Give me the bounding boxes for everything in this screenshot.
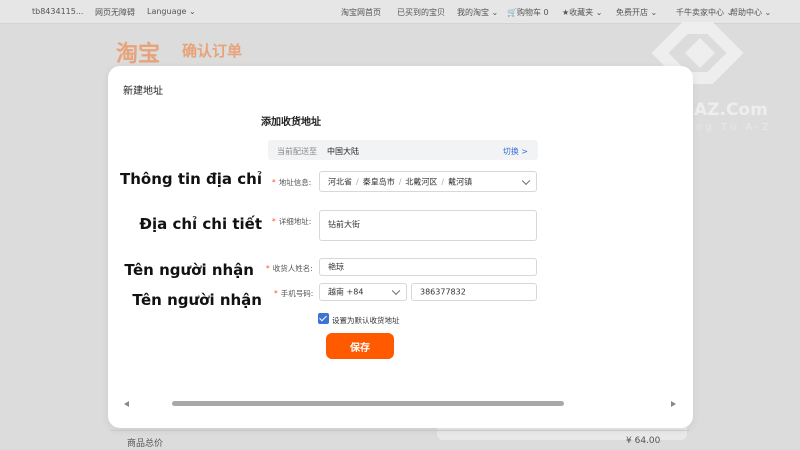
watermark-subtext: ng Từ A-Z — [696, 122, 772, 133]
city-value: 秦皇岛市 — [362, 177, 395, 186]
dialog-title: 新建地址 — [123, 86, 163, 97]
detail-address-textarea[interactable]: 钻前大街 — [319, 210, 537, 241]
address-region-select[interactable]: 河北省 / 秦皇岛市 / 北戴河区 / 戴河镇 — [319, 171, 537, 192]
address-info-label: * 地址信息: — [272, 178, 312, 187]
total-price-label: 商品总价 — [127, 439, 164, 449]
phone-label: * 手机号码: — [274, 289, 314, 298]
town-value: 戴河镇 — [448, 177, 473, 186]
accessibility-link[interactable]: 网页无障碍 — [95, 7, 135, 18]
new-address-dialog: 新建地址 添加收货地址 当前配送至 中国大陆 切换 > * 地址信息: 河北省 / 秦… — [108, 66, 693, 428]
horizontal-scrollbar[interactable] — [122, 399, 678, 409]
chevron-down-icon — [391, 286, 401, 296]
district-value: 北戴河区 — [405, 177, 438, 186]
favorites-link[interactable]: ★收藏夹 ⌄ — [562, 7, 602, 18]
cart-link[interactable]: 🛒购物车 0 — [507, 7, 549, 18]
phone-number-input[interactable]: 386377832 — [411, 283, 537, 301]
region-switch-link[interactable]: 切换 > — [503, 146, 528, 157]
form-title: 添加收货地址 — [261, 117, 321, 128]
taobao-logo[interactable]: 淘宝 — [116, 36, 160, 68]
save-button[interactable]: 保存 — [326, 333, 394, 359]
language-selector[interactable]: Language ⌄ — [147, 7, 196, 16]
region-value: 中国大陆 — [327, 147, 359, 156]
country-code-select[interactable]: 越南 +84 — [319, 283, 407, 301]
my-taobao-link[interactable]: 我的淘宝 ⌄ — [457, 7, 498, 18]
page-heading: 确认订单 — [182, 42, 243, 60]
watermark-text: AZ.Com — [694, 100, 768, 120]
annotation-recipient-name: Tên người nhận — [124, 261, 254, 279]
scrollbar-thumb[interactable] — [172, 401, 564, 406]
chevron-down-icon — [521, 176, 531, 185]
scroll-left-arrow-icon[interactable] — [124, 401, 129, 407]
recipient-name-label: * 收货人姓名: — [266, 264, 313, 273]
divider — [110, 430, 690, 431]
scroll-right-arrow-icon[interactable] — [671, 401, 676, 407]
delivery-region-bar: 当前配送至 中国大陆 切换 > — [268, 140, 538, 160]
default-address-label[interactable]: 设置为默认收货地址 — [332, 315, 400, 326]
annotation-recipient-phone: Tên người nhận — [132, 291, 262, 309]
account-link[interactable]: tb8434115... — [32, 7, 83, 16]
cart-icon: 🛒 — [507, 8, 517, 17]
total-price-value: ¥ 64.00 — [626, 436, 661, 446]
default-address-checkbox[interactable] — [318, 313, 329, 324]
bought-items-link[interactable]: 已买到的宝贝 — [397, 7, 445, 18]
annotation-address-info: Thông tin địa chỉ — [119, 170, 262, 188]
annotation-detail-address: Địa chỉ chi tiết — [139, 215, 262, 233]
province-value: 河北省 — [328, 177, 352, 186]
region-label: 当前配送至 — [277, 147, 317, 156]
recipient-name-input[interactable]: 艳琼 — [319, 258, 537, 276]
detail-address-label: * 详细地址: — [272, 217, 312, 226]
taobao-home-link[interactable]: 淘宝网首页 — [341, 7, 381, 18]
